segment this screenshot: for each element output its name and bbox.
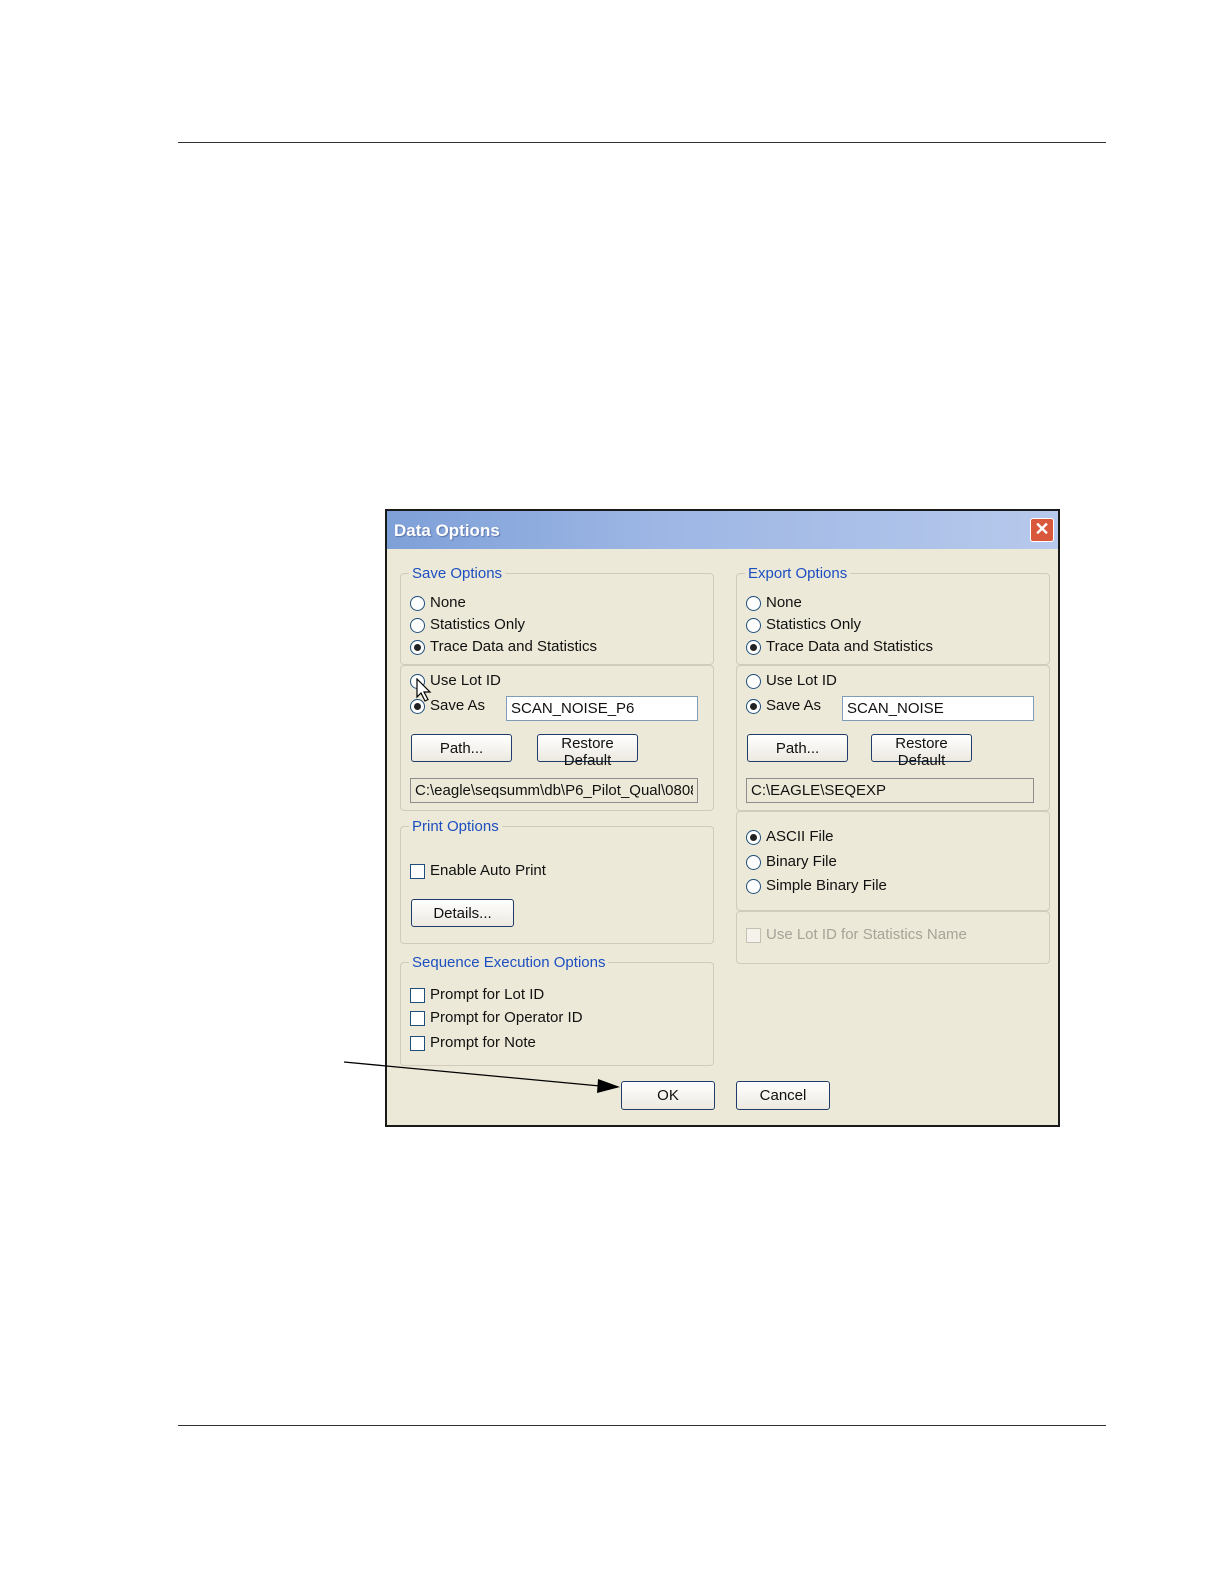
- export-options-legend: Export Options: [745, 565, 851, 582]
- data-options-dialog: Data Options ✕ Save Options None Statist…: [385, 509, 1060, 1127]
- export-path-button[interactable]: Path...: [747, 734, 848, 762]
- title-bar: Data Options ✕: [387, 511, 1058, 549]
- export-options-group: Export Options None Statistics Only Trac…: [736, 565, 1050, 665]
- binary-file-label: Binary File: [766, 853, 837, 870]
- export-format-group: ASCII File Binary File Simple Binary Fil…: [736, 811, 1050, 911]
- export-none-radio[interactable]: [746, 596, 761, 611]
- ascii-file-radio[interactable]: [746, 830, 761, 845]
- dialog-title: Data Options: [394, 521, 500, 540]
- save-statistics-only-radio[interactable]: [410, 618, 425, 633]
- save-none-label: None: [430, 594, 466, 611]
- prompt-note-checkbox[interactable]: [410, 1036, 425, 1051]
- save-save-as-label: Save As: [430, 697, 486, 714]
- simple-binary-file-label: Simple Binary File: [766, 877, 887, 894]
- header-rule: [178, 142, 1106, 143]
- prompt-note-label: Prompt for Note: [430, 1034, 536, 1051]
- save-statistics-only-label: Statistics Only: [430, 616, 526, 633]
- binary-file-radio[interactable]: [746, 855, 761, 870]
- export-none-label: None: [766, 594, 802, 611]
- prompt-operator-id-checkbox[interactable]: [410, 1011, 425, 1026]
- ok-button[interactable]: OK: [621, 1081, 715, 1110]
- footer-rule: [178, 1425, 1106, 1426]
- save-file-group: Use Lot ID Save As Path... Restore Defau…: [400, 665, 714, 811]
- export-save-as-radio[interactable]: [746, 699, 761, 714]
- print-options-legend: Print Options: [409, 818, 502, 835]
- save-trace-data-label: Trace Data and Statistics: [430, 638, 598, 655]
- details-button[interactable]: Details...: [411, 899, 514, 927]
- export-statistics-only-label: Statistics Only: [766, 616, 862, 633]
- export-restore-default-button[interactable]: Restore Default: [871, 734, 972, 769]
- export-path-field[interactable]: [746, 778, 1034, 803]
- prompt-operator-id-label: Prompt for Operator ID: [430, 1009, 583, 1026]
- save-options-group: Save Options None Statistics Only Trace …: [400, 565, 714, 665]
- save-as-input[interactable]: [506, 696, 698, 721]
- prompt-lot-id-label: Prompt for Lot ID: [430, 986, 545, 1003]
- save-path-button[interactable]: Path...: [411, 734, 512, 762]
- use-lot-id-stats-checkbox[interactable]: [746, 928, 761, 943]
- export-statistics-only-radio[interactable]: [746, 618, 761, 633]
- save-options-legend: Save Options: [409, 565, 506, 582]
- simple-binary-file-radio[interactable]: [746, 879, 761, 894]
- print-options-group: Print Options Enable Auto Print Details.…: [400, 818, 714, 944]
- export-use-lot-id-radio[interactable]: [746, 674, 761, 689]
- save-path-field[interactable]: [410, 778, 698, 803]
- save-trace-data-radio[interactable]: [410, 640, 425, 655]
- sequence-options-legend: Sequence Execution Options: [409, 954, 609, 971]
- close-icon[interactable]: ✕: [1030, 518, 1054, 542]
- save-restore-default-button[interactable]: Restore Default: [537, 734, 638, 769]
- export-use-lot-id-label: Use Lot ID: [766, 672, 837, 689]
- enable-auto-print-label: Enable Auto Print: [430, 862, 546, 879]
- ascii-file-label: ASCII File: [766, 828, 834, 845]
- sequence-options-group: Sequence Execution Options Prompt for Lo…: [400, 954, 714, 1066]
- enable-auto-print-checkbox[interactable]: [410, 864, 425, 879]
- stats-name-group: Use Lot ID for Statistics Name: [736, 911, 1050, 964]
- export-file-group: Use Lot ID Save As Path... Restore Defau…: [736, 665, 1050, 811]
- use-lot-id-stats-label: Use Lot ID for Statistics Name: [766, 926, 967, 943]
- export-save-as-input[interactable]: [842, 696, 1034, 721]
- export-trace-data-label: Trace Data and Statistics: [766, 638, 934, 655]
- cancel-button[interactable]: Cancel: [736, 1081, 830, 1110]
- prompt-lot-id-checkbox[interactable]: [410, 988, 425, 1003]
- export-trace-data-radio[interactable]: [746, 640, 761, 655]
- export-save-as-label: Save As: [766, 697, 822, 714]
- save-none-radio[interactable]: [410, 596, 425, 611]
- mouse-cursor-icon: [416, 678, 432, 702]
- save-use-lot-id-label: Use Lot ID: [430, 672, 501, 689]
